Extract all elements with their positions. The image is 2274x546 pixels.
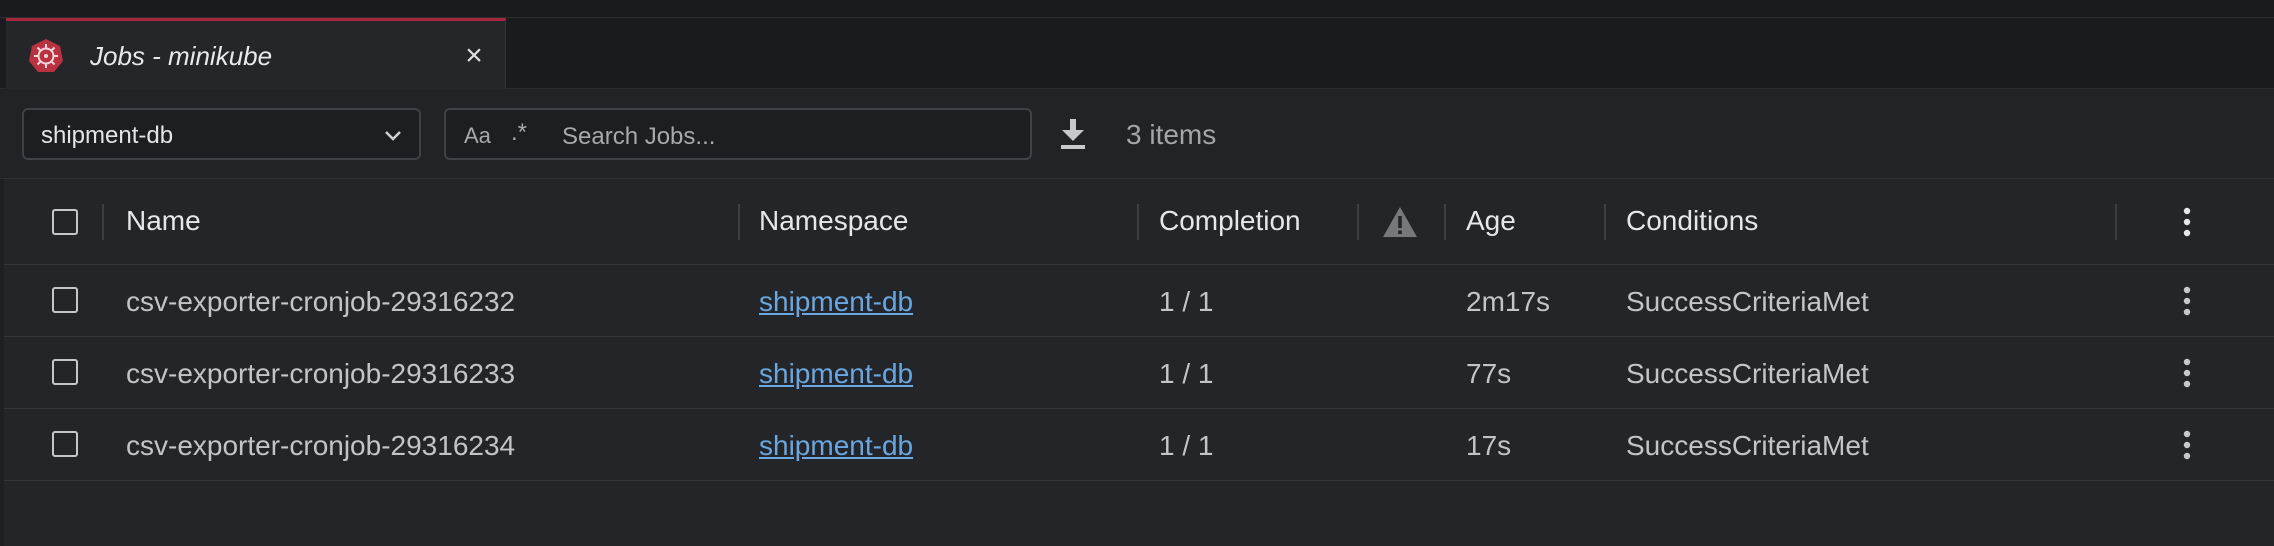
tab-title: Jobs - minikube: [90, 41, 273, 71]
row-menu-icon[interactable]: [2175, 427, 2199, 463]
warning-icon[interactable]: [1381, 205, 1419, 239]
job-conditions: SuccessCriteriaMet: [1626, 286, 1869, 317]
job-completion: 1 / 1: [1159, 286, 1214, 317]
row-checkbox[interactable]: [52, 359, 78, 385]
table-row[interactable]: csv-exporter-cronjob-29316233 shipment-d…: [4, 337, 2274, 409]
regex-toggle[interactable]: .*: [511, 119, 527, 147]
column-header-conditions[interactable]: Conditions: [1626, 205, 1758, 237]
column-header-namespace[interactable]: Namespace: [759, 205, 908, 237]
namespace-select[interactable]: shipment-db: [22, 108, 421, 160]
table-header: Name Namespace Completion Age Conditions: [4, 179, 2274, 265]
column-header-age[interactable]: Age: [1466, 205, 1516, 237]
select-all-checkbox[interactable]: [52, 209, 78, 235]
job-name: csv-exporter-cronjob-29316233: [126, 358, 516, 389]
column-menu-icon[interactable]: [2175, 204, 2199, 240]
namespace-link[interactable]: shipment-db: [759, 358, 913, 390]
tab-bar: Jobs - minikube ×: [0, 18, 2274, 89]
table-row[interactable]: csv-exporter-cronjob-29316232 shipment-d…: [4, 265, 2274, 337]
chevron-down-icon: [385, 131, 401, 141]
search-input[interactable]: Aa .* Search Jobs...: [444, 108, 1032, 160]
row-menu-icon[interactable]: [2175, 283, 2199, 319]
row-checkbox[interactable]: [52, 431, 78, 457]
download-icon[interactable]: [1056, 115, 1090, 151]
job-completion: 1 / 1: [1159, 430, 1214, 461]
job-age: 17s: [1466, 430, 1512, 461]
column-resize-handle[interactable]: [1137, 204, 1139, 240]
job-conditions: SuccessCriteriaMet: [1626, 358, 1869, 389]
job-name: csv-exporter-cronjob-29316234: [126, 430, 516, 461]
column-resize-handle[interactable]: [1444, 204, 1446, 240]
job-name: csv-exporter-cronjob-29316232: [126, 286, 516, 317]
row-checkbox[interactable]: [52, 287, 78, 313]
namespace-link[interactable]: shipment-db: [759, 430, 913, 462]
column-header-name[interactable]: Name: [126, 205, 201, 237]
toolbar: shipment-db Aa .* Search Jobs... 3 items: [0, 89, 2274, 179]
column-resize-handle[interactable]: [1357, 204, 1359, 240]
tab-close-icon[interactable]: ×: [457, 39, 491, 73]
match-case-toggle[interactable]: Aa: [464, 123, 491, 149]
column-header-completion[interactable]: Completion: [1159, 205, 1301, 237]
row-menu-icon[interactable]: [2175, 355, 2199, 391]
column-resize-handle[interactable]: [2115, 204, 2117, 240]
job-age: 77s: [1466, 358, 1512, 389]
table-row[interactable]: csv-exporter-cronjob-29316234 shipment-d…: [4, 409, 2274, 481]
jobs-table: Name Namespace Completion Age Conditions…: [4, 179, 2274, 546]
column-resize-handle[interactable]: [738, 204, 740, 240]
kubernetes-helm-icon: [29, 39, 63, 72]
namespace-select-value: shipment-db: [41, 122, 174, 149]
job-conditions: SuccessCriteriaMet: [1626, 430, 1869, 461]
window-top-strip: [0, 0, 2274, 18]
search-placeholder: Search Jobs...: [562, 123, 716, 150]
column-resize-handle[interactable]: [1604, 204, 1606, 240]
job-age: 2m17s: [1466, 286, 1551, 317]
column-resize-handle[interactable]: [102, 204, 104, 240]
namespace-link[interactable]: shipment-db: [759, 286, 913, 318]
job-completion: 1 / 1: [1159, 358, 1214, 389]
item-count: 3 items: [1126, 119, 1217, 150]
tab-jobs-minikube[interactable]: Jobs - minikube ×: [6, 18, 506, 89]
